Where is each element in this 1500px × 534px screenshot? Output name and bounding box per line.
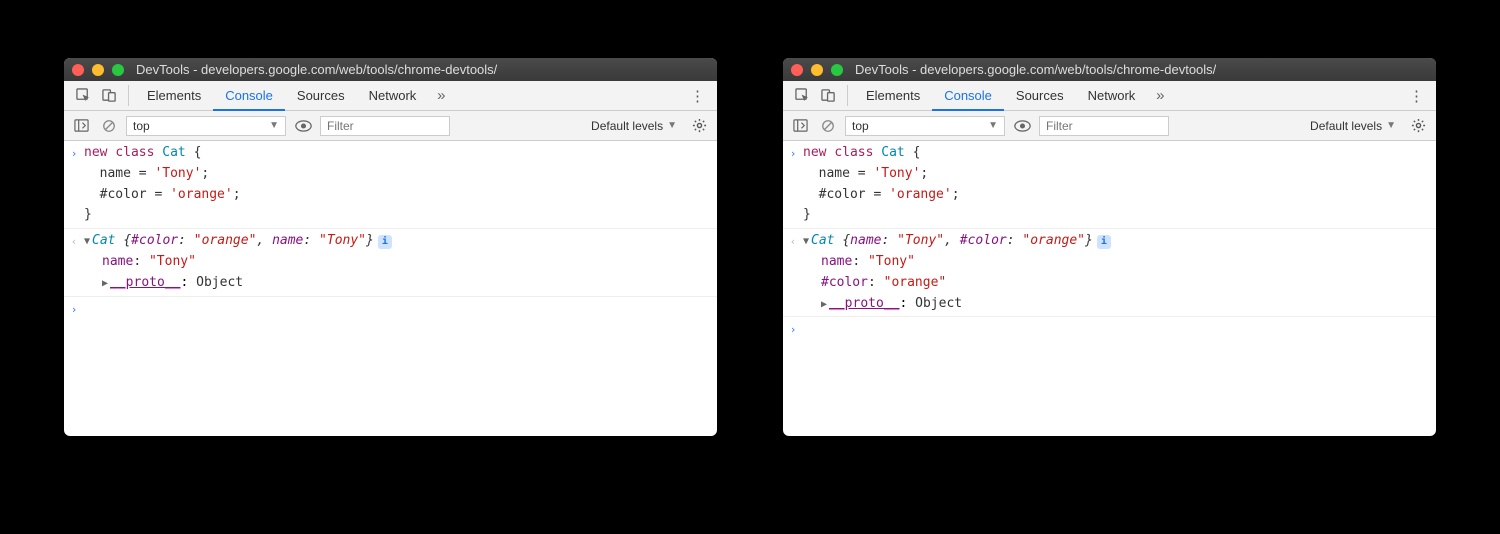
clear-console-icon[interactable] [817, 115, 839, 137]
tabs: ElementsConsoleSourcesNetwork [854, 81, 1147, 110]
input-prompt-icon: › [783, 319, 803, 339]
console-output-block: ‹ Cat {name: "Tony", #color: "orange"}in… [783, 229, 1436, 317]
chevron-down-icon: ▼ [667, 120, 677, 131]
titlebar: DevTools - developers.google.com/web/too… [64, 58, 717, 81]
kebab-menu-icon[interactable]: ⋮ [684, 87, 711, 105]
device-icon[interactable] [96, 81, 122, 110]
tab-sources[interactable]: Sources [285, 81, 357, 110]
kebab-menu-icon[interactable]: ⋮ [1403, 87, 1430, 105]
device-icon[interactable] [815, 81, 841, 110]
context-value: top [852, 119, 869, 133]
console-body: › new class Cat { name = 'Tony'; #color … [64, 141, 717, 436]
live-expression-icon[interactable] [1011, 115, 1033, 137]
devtools-window: DevTools - developers.google.com/web/too… [64, 58, 717, 436]
window-title: DevTools - developers.google.com/web/too… [855, 62, 1216, 77]
settings-icon[interactable] [1406, 118, 1430, 133]
disclosure-triangle-icon[interactable] [102, 276, 108, 292]
console-input-block: › new class Cat { name = 'Tony'; #color … [783, 141, 1436, 229]
empty-prompt[interactable] [803, 319, 1436, 339]
disclosure-triangle-icon[interactable] [803, 234, 809, 250]
log-levels-selector[interactable]: Default levels ▼ [591, 119, 677, 133]
object-property: #color: "orange" [803, 273, 1430, 294]
titlebar: DevTools - developers.google.com/web/too… [783, 58, 1436, 81]
object-property: name: "Tony" [84, 252, 711, 273]
tab-console[interactable]: Console [932, 81, 1004, 111]
object-proto[interactable]: __proto__: Object [84, 273, 711, 294]
live-expression-icon[interactable] [292, 115, 314, 137]
minimize-icon[interactable] [811, 64, 823, 76]
more-tabs-icon[interactable]: » [428, 81, 454, 110]
console-toolbar: top ▼ Default levels ▼ [783, 111, 1436, 141]
tab-network[interactable]: Network [1076, 81, 1148, 110]
console-toolbar: top ▼ Default levels ▼ [64, 111, 717, 141]
tab-sources[interactable]: Sources [1004, 81, 1076, 110]
sidebar-toggle-icon[interactable] [70, 115, 92, 137]
console-output-block: ‹ Cat {#color: "orange", name: "Tony"}in… [64, 229, 717, 296]
filter-input[interactable] [1039, 116, 1169, 136]
filter-input[interactable] [320, 116, 450, 136]
input-prompt-icon: › [64, 299, 84, 319]
console-input-block: › new class Cat { name = 'Tony'; #color … [64, 141, 717, 229]
tab-elements[interactable]: Elements [854, 81, 932, 110]
object-header[interactable]: Cat {name: "Tony", #color: "orange"}i [803, 231, 1430, 252]
sidebar-toggle-icon[interactable] [789, 115, 811, 137]
maximize-icon[interactable] [112, 64, 124, 76]
info-badge-icon[interactable]: i [378, 235, 392, 249]
output-object[interactable]: Cat {#color: "orange", name: "Tony"}inam… [84, 231, 717, 293]
close-icon[interactable] [791, 64, 803, 76]
console-body: › new class Cat { name = 'Tony'; #color … [783, 141, 1436, 436]
devtools-window: DevTools - developers.google.com/web/too… [783, 58, 1436, 436]
object-proto[interactable]: __proto__: Object [803, 294, 1430, 315]
input-code: new class Cat { name = 'Tony'; #color = … [84, 143, 717, 226]
maximize-icon[interactable] [831, 64, 843, 76]
context-selector[interactable]: top ▼ [126, 116, 286, 136]
console-prompt-block[interactable]: › [783, 317, 1436, 341]
tab-console[interactable]: Console [213, 81, 285, 111]
output-prompt-icon: ‹ [783, 231, 803, 314]
empty-prompt[interactable] [84, 299, 717, 319]
close-icon[interactable] [72, 64, 84, 76]
chevron-down-icon: ▼ [988, 120, 998, 131]
input-prompt-icon: › [64, 143, 84, 226]
tabs: ElementsConsoleSourcesNetwork [135, 81, 428, 110]
chevron-down-icon: ▼ [269, 120, 279, 131]
traffic-lights [791, 64, 843, 76]
disclosure-triangle-icon[interactable] [821, 297, 827, 313]
context-value: top [133, 119, 150, 133]
settings-icon[interactable] [687, 118, 711, 133]
output-object[interactable]: Cat {name: "Tony", #color: "orange"}inam… [803, 231, 1436, 314]
input-code: new class Cat { name = 'Tony'; #color = … [803, 143, 1436, 226]
divider [847, 85, 848, 106]
traffic-lights [72, 64, 124, 76]
window-title: DevTools - developers.google.com/web/too… [136, 62, 497, 77]
tab-network[interactable]: Network [357, 81, 429, 110]
tabbar: ElementsConsoleSourcesNetwork » ⋮ [64, 81, 717, 111]
log-levels-selector[interactable]: Default levels ▼ [1310, 119, 1396, 133]
clear-console-icon[interactable] [98, 115, 120, 137]
disclosure-triangle-icon[interactable] [84, 234, 90, 250]
info-badge-icon[interactable]: i [1097, 235, 1111, 249]
object-header[interactable]: Cat {#color: "orange", name: "Tony"}i [84, 231, 711, 252]
object-property: name: "Tony" [803, 252, 1430, 273]
output-prompt-icon: ‹ [64, 231, 84, 293]
inspect-icon[interactable] [70, 81, 96, 110]
more-tabs-icon[interactable]: » [1147, 81, 1173, 110]
inspect-icon[interactable] [789, 81, 815, 110]
console-prompt-block[interactable]: › [64, 297, 717, 321]
levels-label: Default levels [1310, 119, 1382, 133]
levels-label: Default levels [591, 119, 663, 133]
divider [128, 85, 129, 106]
minimize-icon[interactable] [92, 64, 104, 76]
tabbar: ElementsConsoleSourcesNetwork » ⋮ [783, 81, 1436, 111]
tab-elements[interactable]: Elements [135, 81, 213, 110]
chevron-down-icon: ▼ [1386, 120, 1396, 131]
context-selector[interactable]: top ▼ [845, 116, 1005, 136]
input-prompt-icon: › [783, 143, 803, 226]
